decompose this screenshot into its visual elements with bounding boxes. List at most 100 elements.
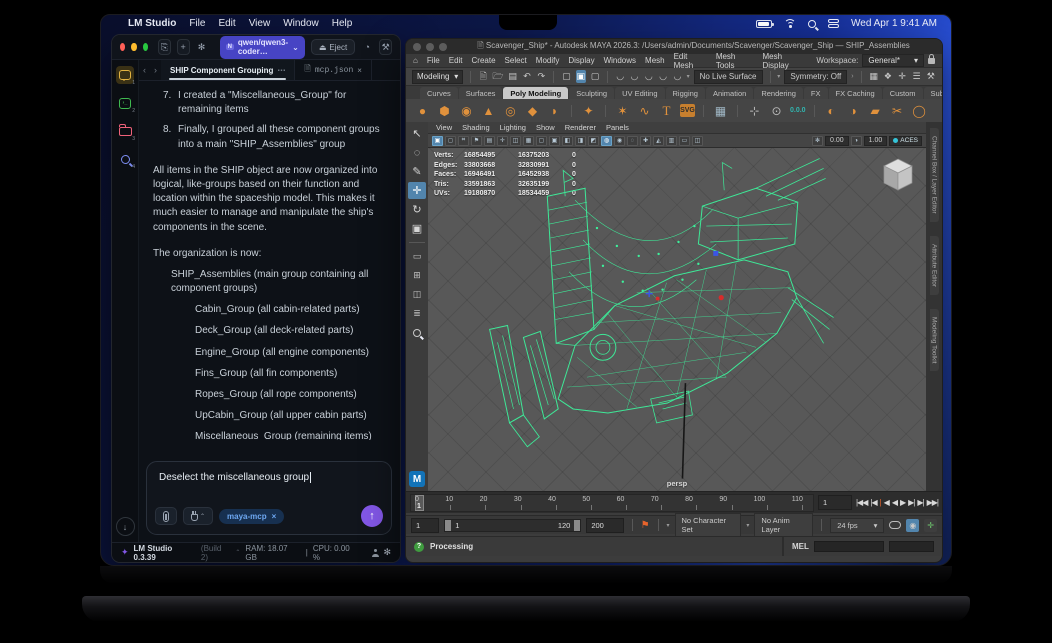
save-scene-icon[interactable]: ▤ [508, 70, 518, 83]
open-scene-icon[interactable]: 🗁 [492, 70, 503, 83]
character-set-dropdown[interactable]: No Character Set [674, 513, 742, 537]
sidebar-item-discover[interactable]: 4 [116, 150, 135, 170]
tab-channel-box[interactable]: Channel Box / Layer Editor [929, 128, 939, 222]
current-frame-field[interactable]: 1 [817, 495, 852, 510]
poly-smooth-sphere-icon[interactable]: ◉ [458, 102, 475, 119]
boolean-icon[interactable]: ◐ [823, 102, 840, 119]
chevron-down-icon[interactable]: ▾ [687, 73, 690, 80]
home-icon[interactable]: ⌂ [413, 56, 418, 65]
default-material-icon[interactable]: ◉ [614, 135, 625, 146]
soft-select-icon[interactable]: ⊙ [768, 102, 785, 119]
lighting-mode-icon[interactable]: ◧ [562, 135, 573, 146]
shelf-tab-rigging[interactable]: Rigging [665, 87, 705, 99]
zoom-window-button[interactable] [439, 42, 447, 51]
poly-cube-icon[interactable]: ⬢ [436, 102, 453, 119]
time-slider[interactable]: 1 0 10 20 30 40 50 60 70 80 90 100 110 [410, 493, 814, 512]
menubar-item-edit[interactable]: Edit [218, 18, 235, 29]
bookmark-icon[interactable]: ⚑ [471, 135, 482, 146]
tab-attribute-editor[interactable]: Attribute Editor [929, 235, 939, 295]
app-version[interactable]: LM Studio 0.3.39 [134, 544, 196, 562]
menu-edit[interactable]: Edit [449, 56, 463, 65]
minimize-window-button[interactable] [426, 42, 434, 51]
outliner-layout-icon[interactable]: ≣ [408, 305, 426, 322]
quad-draw-icon[interactable]: ▰ [867, 102, 884, 119]
new-chat-button[interactable]: + [176, 39, 190, 55]
range-end-handle[interactable] [574, 519, 581, 531]
select-component-icon[interactable]: ▢ [590, 70, 600, 83]
lock-camera-icon[interactable]: ◻ [445, 135, 456, 146]
select-tool-icon[interactable]: ↖ [408, 125, 426, 142]
animation-preferences-icon[interactable]: ✛ [924, 518, 937, 532]
step-back-key-button[interactable]: |◀ [870, 498, 877, 507]
joint-xray-icon[interactable]: ✚ [640, 135, 651, 146]
shelf-tab-fx[interactable]: FX [803, 87, 828, 99]
spotlight-search-icon[interactable] [808, 19, 817, 28]
hypershade-icon[interactable]: ❖ [883, 70, 893, 83]
chat-input-box[interactable]: Deselect the miscellaneous group ⌃ maya-… [146, 461, 392, 535]
chevron-down-icon[interactable]: ▾ [746, 522, 749, 529]
poly-sphere-icon[interactable]: ● [414, 102, 431, 119]
settings-gear-icon[interactable]: ✻ [383, 547, 391, 558]
live-surface-field[interactable]: No Live Surface [693, 69, 763, 84]
shelf-tab-poly-modeling[interactable]: Poly Modeling [503, 87, 569, 99]
close-window-button[interactable] [120, 43, 126, 51]
mel-input-field[interactable] [813, 541, 884, 552]
lock-workspace-icon[interactable] [928, 53, 935, 64]
network-icon[interactable]: ◔ [361, 39, 373, 55]
sidebar-item-developer[interactable]: ›_ 2 [116, 94, 135, 114]
menu-select[interactable]: Select [505, 56, 527, 65]
workspace-dropdown[interactable]: General* ▾ [862, 54, 924, 67]
auto-keyframe-icon[interactable]: ◉ [906, 518, 920, 532]
mcp-plugins-button[interactable]: ⌃ [183, 507, 213, 525]
shelf-tab-animation[interactable]: Animation [705, 87, 754, 99]
snap-curve-icon[interactable]: ◡ [629, 70, 639, 83]
svg-tool-icon[interactable]: SVG [680, 104, 695, 117]
multi-cut-icon[interactable]: ✂ [889, 102, 906, 119]
screen-space-ao-icon[interactable]: ◩ [588, 135, 599, 146]
panel-menu-view[interactable]: View [436, 123, 452, 132]
modeling-toolkit-icon[interactable]: ▦ [712, 102, 729, 119]
play-backwards-button[interactable]: ◀ [892, 498, 898, 507]
gate-mask-icon[interactable]: ◫ [692, 135, 703, 146]
playback-loop-icon[interactable] [889, 521, 902, 529]
circularize-icon[interactable]: ◯ [911, 102, 928, 119]
camera-label[interactable]: persp [667, 479, 687, 488]
menu-mesh-tools[interactable]: Mesh Tools [716, 52, 754, 70]
platonic-solid-icon[interactable]: ✦ [580, 102, 597, 119]
oversca-icon[interactable]: ◫ [510, 135, 521, 146]
menu-modify[interactable]: Modify [536, 56, 560, 65]
wireframe-mode-icon[interactable]: ▦ [523, 135, 534, 146]
snap-point-icon[interactable]: ◡ [644, 70, 654, 83]
exposure-icon[interactable]: ✻ [812, 135, 824, 146]
range-slider[interactable]: 1 120 [444, 518, 582, 532]
tab-menu-icon[interactable]: ⋯ [277, 66, 285, 75]
shelf-tab-curves[interactable]: Curves [420, 87, 458, 99]
paint-select-tool-icon[interactable]: ✎ [408, 163, 426, 180]
command-feedback-field[interactable] [888, 541, 934, 552]
anim-layer-dropdown[interactable]: No Anim Layer [754, 513, 814, 537]
zoom-window-button[interactable] [142, 43, 149, 51]
shelf-tab-fx-caching[interactable]: FX Caching [828, 87, 882, 99]
mel-label[interactable]: MEL [792, 542, 809, 551]
tab-chat[interactable]: SHIP Component Grouping ⋯ [161, 60, 296, 80]
menu-mesh-display[interactable]: Mesh Display [762, 52, 807, 70]
animation-start-field[interactable]: 1 [411, 517, 440, 533]
view-cube[interactable] [880, 156, 916, 194]
panel-menu-panels[interactable]: Panels [606, 123, 629, 132]
nav-forward-icon[interactable]: › [150, 65, 161, 75]
sidebar-toggle-icon[interactable]: ⎘ [158, 39, 171, 55]
field-chart-icon[interactable]: ▥ [666, 135, 677, 146]
ship-wireframe[interactable] [428, 148, 926, 491]
isolate-select-icon[interactable]: ◭ [653, 135, 664, 146]
type-tool-icon[interactable]: T [658, 102, 675, 119]
menu-windows[interactable]: Windows [604, 56, 636, 65]
two-pane-layout-icon[interactable]: ◫ [408, 286, 426, 303]
chevron-down-icon[interactable]: ▾ [777, 73, 780, 80]
symmetry-field[interactable]: Symmetry: Off [784, 69, 848, 84]
select-camera-icon[interactable]: ▣ [432, 135, 443, 146]
chevron-down-icon[interactable]: ▾ [666, 522, 669, 529]
character-icon[interactable]: ✛ [897, 70, 907, 83]
resolution-gate-icon[interactable]: ▭ [679, 135, 690, 146]
chevron-right-icon[interactable]: › [851, 73, 853, 80]
select-hierarchy-icon[interactable]: ▢ [561, 70, 571, 83]
